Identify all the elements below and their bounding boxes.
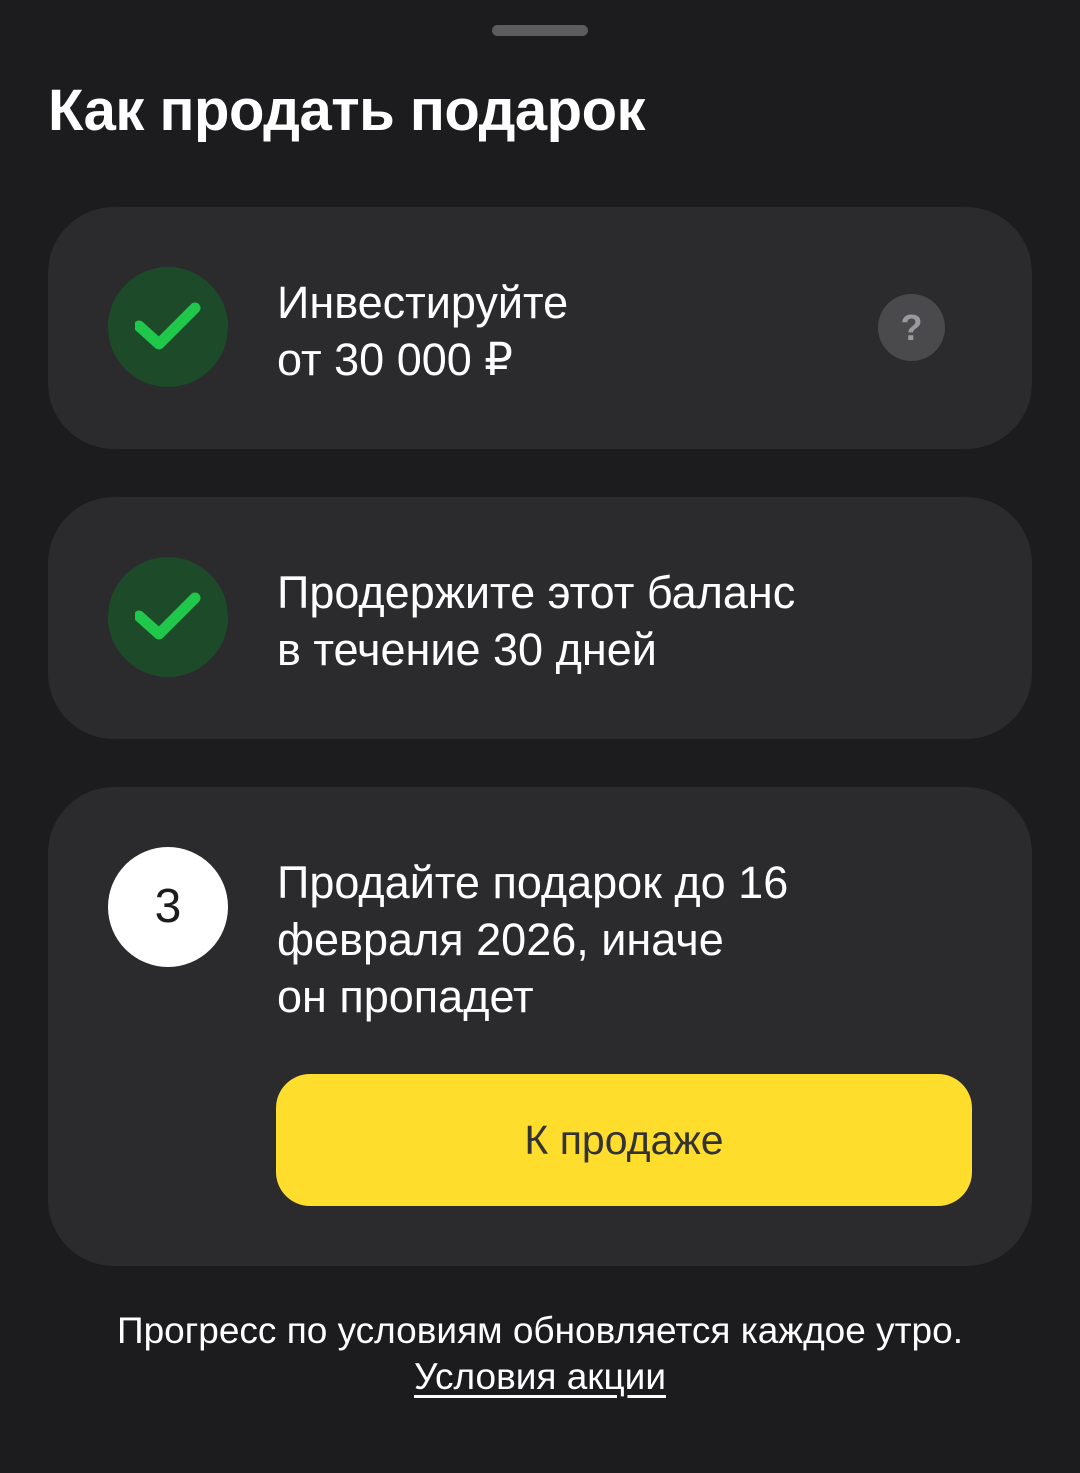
footer-note: Прогресс по условиям обновляется каждое … <box>117 1310 963 1351</box>
step-text: Инвестируйте от 30 000 ₽ <box>277 277 569 385</box>
step-text: Продержите этот баланс в течение 30 дней <box>277 567 796 675</box>
sheet-title: Как продать подарок <box>48 78 646 143</box>
step-number-badge: 3 <box>108 847 228 967</box>
sheet-drag-handle[interactable] <box>492 25 588 36</box>
step-card-hold-balance: Продержите этот баланс в течение 30 дней <box>48 497 1032 739</box>
check-icon <box>135 592 201 640</box>
go-to-sale-button[interactable]: К продаже <box>276 1074 972 1206</box>
check-icon <box>135 302 201 350</box>
step-done-badge <box>108 557 228 677</box>
question-icon: ? <box>900 307 923 348</box>
step-done-badge <box>108 267 228 387</box>
step-card-sell-gift: 3 Продайте подарок до 16 февраля 2026, и… <box>48 787 1032 1266</box>
step-card-invest: Инвестируйте от 30 000 ₽ ? <box>48 207 1032 449</box>
promo-terms-link[interactable]: Условия акции <box>414 1356 666 1397</box>
bottom-sheet: Как продать подарок Инвестируйте от 30 0… <box>0 0 1080 1473</box>
step-text: Продайте подарок до 16 февраля 2026, ина… <box>277 857 789 1022</box>
help-button[interactable]: ? <box>878 294 945 361</box>
footer: Прогресс по условиям обновляется каждое … <box>0 1308 1080 1400</box>
